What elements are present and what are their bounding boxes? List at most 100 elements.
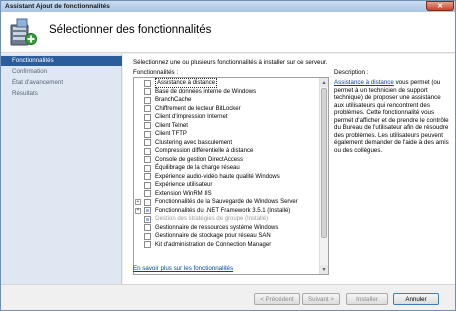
page-title: Sélectionner des fonctionnalités — [49, 24, 212, 36]
previous-button[interactable]: < Précédent — [254, 293, 300, 305]
feature-label[interactable]: Expérience utilisateur — [155, 181, 212, 189]
feature-label[interactable]: Assistance à distance — [155, 78, 218, 89]
feature-label[interactable]: Expérience audio-vidéo haute qualité Win… — [155, 173, 280, 181]
feature-label[interactable]: Client d'impression Internet — [155, 113, 228, 121]
window-title: Assistant Ajout de fonctionnalités — [5, 3, 110, 10]
feature-row[interactable]: Console de gestion DirectAccess — [134, 156, 320, 165]
feature-label[interactable]: Clustering avec basculement — [155, 139, 232, 147]
close-button[interactable]: ✕ — [426, 1, 454, 11]
feature-label[interactable]: Base de données interne de Windows — [155, 88, 256, 96]
feature-row[interactable]: Gestion des stratégies de groupe (Instal… — [134, 215, 320, 224]
expand-icon[interactable]: + — [135, 199, 141, 206]
feature-checkbox[interactable] — [144, 173, 151, 181]
install-button[interactable]: Installer — [346, 293, 388, 305]
feature-row[interactable]: Expérience utilisateur — [134, 181, 320, 190]
feature-checkbox[interactable] — [144, 113, 151, 121]
feature-row[interactable]: Gestionnaire de stockage pour réseau SAN — [134, 232, 320, 241]
feature-row[interactable]: Équilibrage de la charge réseau — [134, 164, 320, 173]
feature-checkbox[interactable] — [144, 156, 151, 164]
feature-checkbox[interactable] — [144, 88, 151, 96]
feature-label[interactable]: Console de gestion DirectAccess — [155, 156, 243, 164]
cancel-button[interactable]: Annuler — [393, 293, 439, 305]
feature-row[interactable]: Client TFTP — [134, 130, 320, 139]
feature-checkbox[interactable] — [144, 232, 151, 240]
feature-label[interactable]: Client Telnet — [155, 122, 188, 130]
feature-row[interactable]: + Fonctionnalités de la Sauvegarde de Win… — [134, 198, 320, 207]
step-confirmation[interactable]: Confirmation — [1, 67, 122, 77]
feature-checkbox[interactable] — [144, 207, 151, 215]
vertical-scrollbar[interactable]: ▲ ▼ — [319, 78, 328, 274]
feature-row[interactable]: Client d'impression Internet — [134, 113, 320, 122]
description-label: Description : — [334, 69, 369, 76]
next-button[interactable]: Suivant > — [302, 293, 340, 305]
feature-checkbox[interactable] — [144, 147, 151, 155]
feature-row[interactable]: Assistance à distance — [134, 78, 320, 89]
feature-label[interactable]: Fonctionnalités du .NET Framework 3.5.1 … — [155, 207, 290, 215]
step-etat-avancement[interactable]: État d'avancement — [1, 78, 122, 88]
feature-row[interactable]: Compression différentielle à distance — [134, 147, 320, 156]
feature-checkbox[interactable] — [144, 105, 151, 113]
feature-label[interactable]: Fonctionnalités de la Sauvegarde de Wind… — [155, 198, 298, 206]
feature-checkbox[interactable] — [144, 122, 151, 130]
feature-checkbox[interactable] — [144, 198, 151, 206]
feature-row[interactable]: Gestionnaire de ressources système Windo… — [134, 224, 320, 233]
scrollbar-thumb[interactable] — [321, 88, 327, 238]
title-bar[interactable]: Assistant Ajout de fonctionnalités ✕ — [1, 1, 455, 12]
feature-checkbox[interactable] — [144, 224, 151, 232]
feature-label[interactable]: Extension WinRM IIS — [155, 190, 212, 198]
step-resultats[interactable]: Résultats — [1, 89, 122, 99]
feature-row[interactable]: Client Telnet — [134, 122, 320, 131]
feature-label[interactable]: Chiffrement de lecteur BitLocker — [155, 105, 241, 113]
scroll-down-icon[interactable]: ▼ — [320, 265, 328, 274]
add-features-icon — [10, 18, 37, 46]
feature-row[interactable]: Kit d'administration de Connection Manag… — [134, 241, 320, 250]
expand-icon[interactable]: + — [135, 207, 141, 214]
feature-checkbox[interactable] — [144, 181, 151, 189]
wizard-steps-sidebar: Fonctionnalités Confirmation État d'avan… — [1, 54, 122, 284]
description-feature-link[interactable]: Assistance à distance — [334, 79, 394, 86]
feature-label[interactable]: Compression différentielle à distance — [155, 147, 253, 155]
feature-label[interactable]: BranchCache — [155, 96, 191, 104]
instruction-text: Sélectionnez une ou plusieurs fonctionna… — [133, 59, 328, 66]
feature-label[interactable]: Client TFTP — [155, 130, 187, 138]
feature-checkbox[interactable] — [144, 139, 151, 147]
feature-label[interactable]: Équilibrage de la charge réseau — [155, 164, 240, 172]
feature-row[interactable]: Base de données interne de Windows — [134, 88, 320, 97]
feature-label[interactable]: Gestion des stratégies de groupe (Instal… — [155, 215, 268, 223]
features-tree[interactable]: Kit d'administration de Connection Manag… — [133, 77, 329, 275]
feature-checkbox[interactable] — [144, 130, 151, 138]
feature-checkbox — [144, 215, 151, 223]
feature-row[interactable]: BranchCache — [134, 96, 320, 105]
feature-checkbox[interactable] — [144, 79, 151, 87]
feature-row[interactable]: Chiffrement de lecteur BitLocker — [134, 105, 320, 114]
feature-row[interactable]: Expérience audio-vidéo haute qualité Win… — [134, 173, 320, 182]
wizard-window: Assistant Ajout de fonctionnalités ✕ Sél… — [0, 0, 456, 311]
feature-label[interactable]: Kit d'administration de Connection Manag… — [155, 241, 271, 249]
wizard-header: Sélectionner des fonctionnalités — [1, 12, 455, 53]
learn-more-link[interactable]: En savoir plus sur les fonctionnalités — [133, 265, 233, 272]
feature-row[interactable]: + Fonctionnalités du .NET Framework 3.5.1… — [134, 207, 320, 216]
step-fonctionnalites[interactable]: Fonctionnalités — [1, 56, 122, 66]
feature-row[interactable]: Clustering avec basculement — [134, 139, 320, 148]
wizard-footer: < Précédent Suivant > Installer Annuler — [1, 284, 455, 310]
feature-label[interactable]: Gestionnaire de ressources système Windo… — [155, 224, 278, 232]
feature-checkbox[interactable] — [144, 241, 151, 249]
feature-checkbox[interactable] — [144, 164, 151, 172]
feature-checkbox[interactable] — [144, 96, 151, 104]
feature-row[interactable]: Extension WinRM IIS — [134, 190, 320, 199]
feature-label[interactable]: Gestionnaire de stockage pour réseau SAN — [155, 232, 271, 240]
scroll-up-icon[interactable]: ▲ — [320, 78, 328, 87]
feature-checkbox[interactable] — [144, 190, 151, 198]
